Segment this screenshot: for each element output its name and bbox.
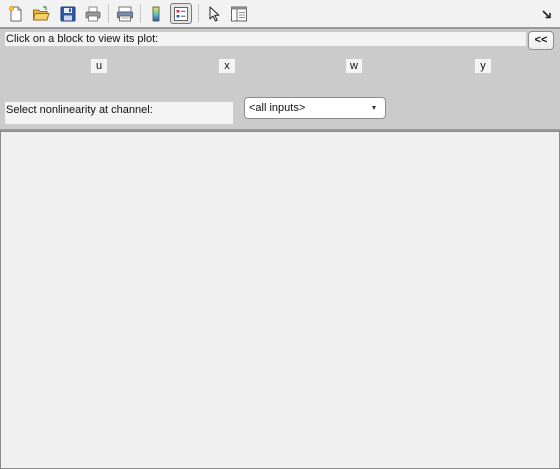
property-editor-button[interactable] — [228, 3, 250, 24]
dock-arrow-icon — [542, 10, 551, 19]
legend-icon — [174, 6, 188, 21]
instruction-text: Click on a block to view its plot: — [5, 32, 526, 46]
block-u[interactable]: u — [91, 59, 107, 73]
colorbar-icon — [152, 6, 160, 21]
toolbar-separator — [108, 4, 109, 23]
print-icon — [85, 6, 101, 21]
plot-window: Click on a block to view its plot: << u … — [0, 0, 560, 469]
dock-button[interactable] — [541, 7, 553, 19]
collapse-panel-button[interactable]: << — [528, 31, 554, 50]
property-editor-icon — [231, 6, 247, 21]
open-folder-icon — [32, 5, 50, 20]
print-button[interactable] — [82, 3, 104, 24]
colorbar-button[interactable] — [145, 3, 167, 24]
print-preview-button[interactable] — [114, 3, 136, 24]
new-file-button[interactable] — [5, 3, 27, 24]
print-preview-icon — [117, 6, 133, 21]
save-button[interactable] — [57, 3, 79, 24]
toolbar-separator — [198, 4, 199, 23]
channel-select[interactable]: <all inputs> — [244, 97, 386, 119]
legend-button[interactable] — [170, 3, 192, 24]
new-file-icon — [8, 5, 22, 21]
plot-area — [0, 131, 560, 469]
block-x[interactable]: x — [219, 59, 235, 73]
block-y[interactable]: y — [475, 59, 491, 73]
pointer-icon — [209, 6, 220, 21]
open-button[interactable] — [30, 3, 52, 24]
channel-select-value: <all inputs> — [249, 102, 306, 114]
block-selection-panel: Click on a block to view its plot: << u … — [0, 27, 560, 131]
chevron-down-icon — [372, 106, 376, 110]
toolbar — [0, 0, 560, 28]
pointer-button[interactable] — [203, 3, 225, 24]
block-w[interactable]: w — [346, 59, 362, 73]
channel-label: Select nonlinearity at channel: — [5, 102, 233, 124]
save-icon — [60, 6, 76, 21]
toolbar-separator — [140, 4, 141, 23]
